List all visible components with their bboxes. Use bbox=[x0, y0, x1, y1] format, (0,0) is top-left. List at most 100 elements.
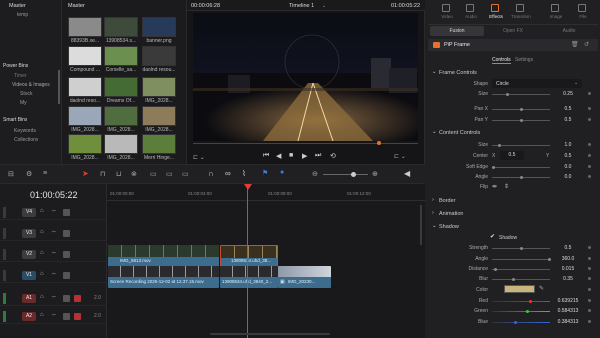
viewer-scrub-playhead[interactable] bbox=[377, 141, 381, 145]
bin-my[interactable]: My bbox=[20, 100, 27, 106]
track-id-badge[interactable]: V2 bbox=[22, 250, 36, 259]
blur-value[interactable]: 0.35 bbox=[553, 276, 583, 282]
timeline-ruler[interactable] bbox=[107, 184, 425, 201]
angle-slider[interactable] bbox=[492, 176, 550, 179]
effect-reset-icon[interactable]: ↺ bbox=[584, 41, 589, 48]
tab-settings[interactable]: Settings bbox=[515, 57, 533, 63]
slider-knob[interactable] bbox=[520, 119, 523, 122]
track-id-badge[interactable]: V4 bbox=[22, 208, 36, 217]
slider-knob[interactable] bbox=[514, 321, 517, 324]
bin-collections[interactable]: Collections bbox=[14, 137, 38, 143]
tab-audio[interactable]: Audio bbox=[460, 14, 482, 19]
tab-effects[interactable]: Effects bbox=[485, 14, 507, 19]
flip-vertical-icon[interactable]: ⇕ bbox=[504, 183, 509, 190]
chevron-down-icon[interactable]: ⌄ bbox=[322, 3, 326, 9]
track-patch[interactable] bbox=[3, 311, 6, 322]
track-id-badge[interactable]: A2 bbox=[22, 312, 36, 321]
zoom-out-icon[interactable]: ⊖ bbox=[312, 170, 318, 178]
center-x-value[interactable]: 0.5 bbox=[500, 151, 524, 160]
track-visibility-icon[interactable] bbox=[63, 209, 70, 216]
keyframe-dot[interactable] bbox=[588, 165, 591, 168]
slider-knob[interactable] bbox=[492, 166, 495, 169]
skip-back-icon[interactable]: ⏮ bbox=[263, 152, 269, 160]
timeline-vscrollbar[interactable] bbox=[420, 205, 422, 245]
keyframe-dot[interactable] bbox=[588, 277, 591, 280]
keyframe-dot[interactable] bbox=[588, 92, 591, 95]
auto-select-icon[interactable]: ⇔ bbox=[51, 250, 57, 256]
clip-v1-screen-recording[interactable]: Screen Recording 2025-12-02 at 12.37.15.… bbox=[108, 266, 219, 288]
stop-icon[interactable]: ■ bbox=[289, 152, 293, 159]
track-id-badge[interactable]: V1 bbox=[22, 271, 36, 280]
bin-scrollbar[interactable] bbox=[58, 70, 60, 104]
bin-keywords[interactable]: Keywords bbox=[14, 128, 36, 134]
tab-image[interactable]: Image bbox=[545, 14, 567, 19]
snapping-magnet-icon[interactable]: ∩ bbox=[208, 169, 214, 178]
lock-icon[interactable]: ⌂ bbox=[40, 312, 44, 318]
slider-knob[interactable] bbox=[520, 108, 523, 111]
red-value[interactable]: 0.639215 bbox=[553, 298, 583, 304]
keyframe-dot[interactable] bbox=[588, 288, 591, 291]
selection-tool-icon[interactable]: ➤ bbox=[82, 169, 89, 178]
frame-controls-header[interactable]: ⌄ Frame Controls bbox=[428, 68, 600, 79]
eyedropper-icon[interactable]: ✎ bbox=[539, 285, 544, 292]
strength-value[interactable]: 0.5 bbox=[553, 245, 583, 251]
blade-tool-icon[interactable]: ⊗ bbox=[131, 170, 137, 178]
auto-select-icon[interactable]: ⇔ bbox=[51, 208, 57, 214]
keyframe-dot[interactable] bbox=[588, 143, 591, 146]
media-clip-thumbnail[interactable] bbox=[68, 106, 102, 126]
track-header-a2[interactable]: A2 ⌂ ⇔ 2.0 bbox=[0, 309, 107, 324]
flag-icon[interactable]: ⚑ bbox=[262, 169, 268, 177]
media-clip-thumbnail[interactable] bbox=[142, 106, 176, 126]
clip-v1-img-20230[interactable]: ▣ IMG_20230... bbox=[278, 266, 331, 288]
tab-controls[interactable]: Controls bbox=[492, 57, 511, 64]
content-size-slider[interactable] bbox=[492, 144, 550, 147]
content-size-value[interactable]: 1.0 bbox=[553, 142, 583, 148]
slider-knob[interactable] bbox=[498, 144, 501, 147]
keyframe-dot[interactable] bbox=[588, 299, 591, 302]
bin-temp[interactable]: temp bbox=[17, 12, 28, 18]
media-clip-thumbnail[interactable] bbox=[104, 46, 138, 66]
overwrite-clip-icon[interactable]: ▭ bbox=[166, 170, 173, 178]
track-patch[interactable] bbox=[3, 270, 6, 281]
timeline-name[interactable]: Timeline 1 bbox=[289, 3, 314, 9]
play-icon[interactable]: ▶ bbox=[302, 152, 307, 160]
auto-select-icon[interactable]: ⇔ bbox=[51, 229, 57, 235]
linked-selection-icon[interactable]: ∞ bbox=[225, 169, 231, 178]
slider-knob[interactable] bbox=[548, 258, 551, 261]
track-patch[interactable] bbox=[3, 293, 6, 304]
track-visibility-icon[interactable] bbox=[63, 251, 70, 258]
audio-tab-icon[interactable] bbox=[466, 4, 474, 12]
distance-slider[interactable] bbox=[492, 268, 550, 271]
audio-volume-icon[interactable]: ◀ bbox=[404, 169, 410, 178]
flip-horizontal-icon[interactable]: ⇹ bbox=[492, 183, 497, 190]
bin-videos-images[interactable]: Videos & Images bbox=[12, 82, 50, 88]
tab-video[interactable]: Video bbox=[436, 14, 458, 19]
subtab-audio[interactable]: Audio bbox=[542, 26, 596, 36]
auto-select-icon[interactable]: ⇔ bbox=[51, 312, 57, 318]
media-clip-thumbnail[interactable] bbox=[104, 106, 138, 126]
keyframe-dot[interactable] bbox=[588, 257, 591, 260]
effect-delete-icon[interactable]: 🗑 bbox=[571, 41, 579, 48]
distance-value[interactable]: 0.015 bbox=[553, 266, 583, 272]
image-tab-icon[interactable] bbox=[551, 4, 559, 12]
mute-button[interactable] bbox=[74, 295, 81, 302]
track-visibility-icon[interactable] bbox=[63, 230, 70, 237]
lock-icon[interactable]: ⌂ bbox=[40, 294, 44, 300]
panx-slider[interactable] bbox=[492, 108, 550, 111]
position-lock-icon[interactable]: ⌇ bbox=[242, 169, 246, 178]
media-clip-thumbnail[interactable] bbox=[68, 77, 102, 97]
viewer-in-out-icon[interactable]: ⊏ ⌄ bbox=[193, 154, 205, 161]
subtab-fusion[interactable]: Fusion bbox=[430, 26, 484, 36]
media-clip-thumbnail[interactable] bbox=[142, 17, 176, 37]
dynamic-trim-icon[interactable]: ⊔ bbox=[116, 170, 121, 178]
size-slider[interactable] bbox=[492, 93, 550, 96]
shadow-angle-value[interactable]: 360.0 bbox=[553, 256, 583, 262]
lock-icon[interactable]: ⌂ bbox=[40, 208, 44, 214]
slider-knob[interactable] bbox=[512, 278, 515, 281]
shadow-angle-slider[interactable] bbox=[492, 258, 551, 261]
track-visibility-icon[interactable] bbox=[63, 272, 70, 279]
tab-file[interactable]: File bbox=[572, 14, 594, 19]
replace-clip-icon[interactable]: ▭ bbox=[182, 170, 189, 178]
timeline-settings-icon[interactable]: ⚙ bbox=[26, 170, 32, 178]
lock-icon[interactable]: ⌂ bbox=[40, 229, 44, 235]
